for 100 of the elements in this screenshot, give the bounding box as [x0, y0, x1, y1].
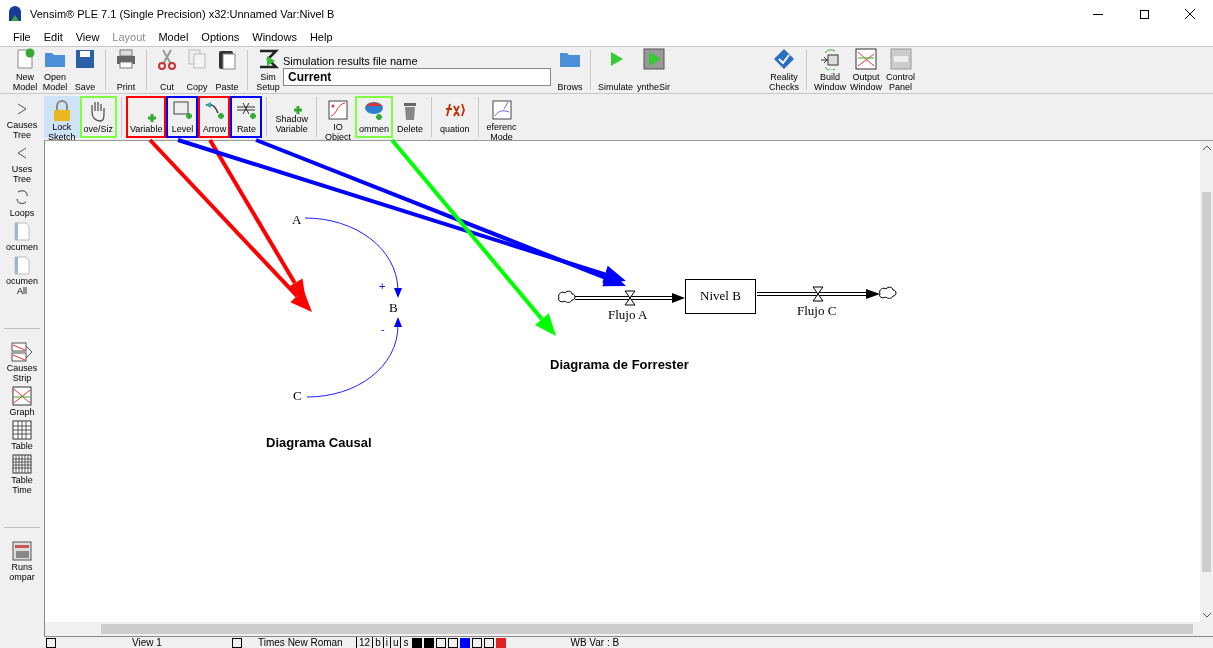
sketch-tool[interactable]: Delete	[392, 96, 427, 138]
menu-item[interactable]: Help	[309, 28, 333, 46]
style-button[interactable]: s	[400, 637, 411, 648]
sidebar-button[interactable]: ocumen All	[1, 254, 43, 296]
style-button[interactable]: b	[372, 637, 383, 648]
variable-label: C	[293, 388, 302, 403]
toolbar-button[interactable]: Build Window	[812, 48, 849, 92]
check-icon	[773, 48, 796, 70]
comment-icon	[363, 100, 384, 122]
sidebar-button[interactable]: Graph	[1, 385, 43, 417]
sidebar-button[interactable]: ocumen	[1, 220, 43, 252]
variable-label: A	[292, 212, 302, 227]
toolbar-button[interactable]: Sim Setup	[253, 48, 283, 92]
app-icon	[8, 6, 22, 22]
play-icon	[642, 48, 665, 70]
menu-item[interactable]: Windows	[252, 28, 297, 46]
toolbar-button[interactable]: Print	[111, 48, 141, 92]
sidebar-button[interactable]: Runs ompar	[1, 540, 43, 582]
sketch-tool[interactable]: Arrow	[198, 96, 231, 138]
sketch-tool[interactable]: Level	[166, 96, 199, 138]
sketch-tool[interactable]: quation	[435, 96, 474, 138]
toolbar-button[interactable]: Save	[70, 48, 100, 92]
stock-label: Nivel B	[700, 288, 741, 303]
chart-icon	[855, 48, 878, 70]
diagram-caption: Diagrama Causal	[266, 435, 372, 450]
sidebar-button[interactable]: Table	[1, 419, 43, 451]
strip-icon	[10, 341, 34, 363]
sidebar-button[interactable]: Uses Tree	[1, 142, 43, 184]
arrow-icon	[204, 100, 225, 122]
plus-icon	[293, 106, 302, 114]
sketch-tool[interactable]: Variable	[126, 96, 167, 138]
field-label: Simulation results file name	[283, 54, 419, 68]
plus-icon	[148, 114, 157, 122]
clipboard-icon	[216, 48, 238, 70]
menu-item[interactable]: View	[75, 28, 100, 46]
font-size[interactable]: 12	[356, 637, 371, 648]
toolbar-button[interactable]: Cut	[152, 48, 182, 92]
color-swatch[interactable]	[412, 637, 423, 648]
font-name[interactable]: Times New Roman	[258, 637, 356, 648]
sketch-tool[interactable]: eferenc Mode	[482, 96, 521, 138]
toolbar-button[interactable]: Control Panel	[884, 48, 918, 92]
sketch-tool[interactable]: Rate	[230, 96, 263, 138]
copy-icon	[186, 48, 208, 70]
results-file-field[interactable]: Current	[283, 67, 551, 86]
new-file-icon	[14, 48, 36, 70]
save-icon	[74, 48, 96, 70]
style-button[interactable]: u	[389, 637, 401, 648]
sketch-tool[interactable]: ove/Siz	[79, 96, 118, 138]
color-swatch[interactable]	[424, 637, 435, 648]
toolbar-button[interactable]: Brows	[555, 48, 585, 92]
graph-icon	[327, 100, 348, 122]
toolbar-button[interactable]: Copy	[182, 48, 212, 92]
color-swatch[interactable]	[460, 637, 471, 648]
polarity-sign: +	[379, 280, 386, 292]
scroll-up-icon[interactable]	[1202, 145, 1211, 150]
model-canvas[interactable]: A B C + - Diagrama Causal Flujo A Nivel B Flujo C Diagrama de Forrester	[45, 141, 1200, 622]
sketch-tool[interactable]: ommen	[354, 96, 393, 138]
toolbar-button[interactable]: Reality Checks	[767, 48, 802, 92]
polarity-sign: -	[381, 323, 385, 335]
table-icon	[10, 453, 34, 475]
valve-icon	[236, 100, 257, 122]
color-swatch[interactable]	[496, 637, 507, 648]
cloud-icon	[558, 290, 576, 303]
style-button[interactable]: i	[382, 637, 390, 648]
menu-item[interactable]: Options	[201, 28, 240, 46]
valve-icon	[812, 286, 824, 302]
valve-icon	[624, 290, 636, 306]
close-icon[interactable]	[1185, 9, 1195, 19]
graph-icon	[10, 385, 34, 407]
window-title: Vensim® PLE 7.1 (Single Precision) x32:Unnamed Var:Nivel B	[30, 6, 335, 22]
compare-icon	[10, 540, 34, 562]
menu-item[interactable]: File	[13, 28, 31, 46]
toolbar-button[interactable]: Paste	[212, 48, 242, 92]
flow-label: Flujo C	[797, 303, 837, 318]
level-icon	[172, 100, 193, 122]
menu-item[interactable]: Model	[158, 28, 189, 46]
sidebar-button[interactable]: Loops	[1, 186, 43, 218]
variable-label: B	[389, 300, 398, 315]
sidebar-button[interactable]: Causes Strip	[1, 341, 43, 383]
toolbar-button[interactable]: New Model	[10, 48, 40, 92]
toolbar-button[interactable]: Open Model	[40, 48, 70, 92]
flow-label: Flujo A	[608, 307, 648, 322]
diagram-caption: Diagrama de Forrester	[550, 357, 689, 372]
scissors-icon	[156, 48, 178, 70]
lock-icon	[51, 100, 72, 122]
sketch-tool[interactable]: Shadow Variable	[271, 96, 312, 138]
sketch-tool[interactable]: Lock Sketch	[44, 96, 80, 138]
stock-box	[685, 279, 756, 314]
sidebar-button[interactable]: Table Time	[1, 453, 43, 495]
menu-item[interactable]: Edit	[43, 28, 63, 46]
cloud-icon	[879, 286, 897, 299]
toolbar-button[interactable]: Output Window	[848, 48, 885, 92]
shape-icon[interactable]	[448, 637, 459, 648]
shape-icon[interactable]	[436, 637, 447, 648]
scroll-down-icon[interactable]	[1202, 613, 1211, 618]
toolbar-button[interactable]: Simulate	[596, 48, 635, 92]
sidebar-button[interactable]: Causes Tree	[1, 98, 43, 140]
printer-icon	[115, 48, 137, 70]
toolbar-button[interactable]: yntheSir	[635, 48, 673, 92]
windows-icon	[819, 48, 842, 70]
